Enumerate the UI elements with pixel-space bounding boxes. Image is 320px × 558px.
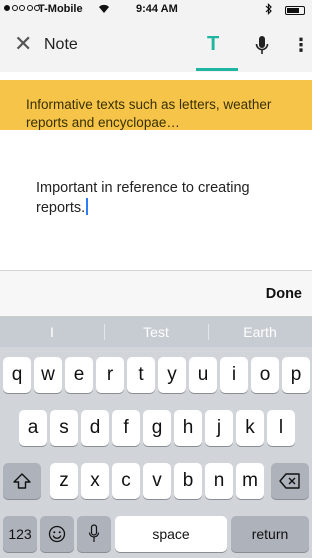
key-e[interactable]: e: [65, 357, 93, 393]
key-m[interactable]: m: [236, 463, 264, 499]
page-title: Note: [44, 36, 78, 53]
carrier-name: T-Mobile: [38, 3, 83, 15]
text-caret: [86, 198, 89, 215]
active-tab-indicator: [196, 68, 238, 71]
key-q[interactable]: q: [3, 357, 31, 393]
close-icon[interactable]: ✕: [14, 33, 32, 55]
shift-icon: [13, 473, 31, 489]
key-a[interactable]: a: [19, 410, 47, 446]
signal-strength-icon: [4, 5, 40, 11]
key-n[interactable]: n: [205, 463, 233, 499]
emoji-icon: [48, 525, 66, 543]
dictation-key[interactable]: [77, 516, 111, 552]
key-r[interactable]: r: [96, 357, 124, 393]
key-k[interactable]: k: [236, 410, 264, 446]
key-l[interactable]: l: [267, 410, 295, 446]
bluetooth-icon: [265, 3, 273, 18]
done-button[interactable]: Done: [266, 286, 302, 302]
key-p[interactable]: p: [282, 357, 310, 393]
key-d[interactable]: d: [81, 410, 109, 446]
keyboard: I Test Earth q w e r t y u i o p a s d f…: [0, 317, 312, 558]
key-t[interactable]: t: [127, 357, 155, 393]
note-toolbar: ✕ Note T ⋮: [0, 20, 312, 72]
suggestion-item[interactable]: Test: [104, 324, 208, 340]
key-c[interactable]: c: [112, 463, 140, 499]
emoji-key[interactable]: [40, 516, 74, 552]
keyboard-accessory-bar: Done: [0, 271, 312, 317]
microphone-icon: [88, 524, 100, 542]
key-j[interactable]: j: [205, 410, 233, 446]
prompt-text: Informative texts such as letters, weath…: [26, 97, 272, 130]
key-v[interactable]: v: [143, 463, 171, 499]
space-key[interactable]: space: [115, 516, 227, 552]
microphone-icon[interactable]: [254, 34, 270, 58]
key-o[interactable]: o: [251, 357, 279, 393]
note-text: Important in reference to creating repor…: [36, 180, 250, 216]
note-editor[interactable]: Important in reference to creating repor…: [36, 178, 298, 218]
backspace-icon: [279, 473, 300, 489]
more-options-icon[interactable]: ⋮: [292, 35, 310, 56]
key-z[interactable]: z: [50, 463, 78, 499]
status-bar: T-Mobile 9:44 AM: [0, 0, 312, 20]
wifi-icon: [98, 3, 110, 17]
key-g[interactable]: g: [143, 410, 171, 446]
key-i[interactable]: i: [220, 357, 248, 393]
key-x[interactable]: x: [81, 463, 109, 499]
shift-key[interactable]: [3, 463, 41, 499]
suggestion-item[interactable]: I: [0, 324, 104, 340]
key-w[interactable]: w: [34, 357, 62, 393]
key-h[interactable]: h: [174, 410, 202, 446]
status-time: 9:44 AM: [136, 3, 178, 15]
suggestion-bar: I Test Earth: [0, 317, 312, 347]
key-s[interactable]: s: [50, 410, 78, 446]
text-mode-tab[interactable]: T: [207, 33, 219, 56]
key-f[interactable]: f: [112, 410, 140, 446]
suggestion-item[interactable]: Earth: [208, 324, 312, 340]
battery-icon: [285, 6, 305, 15]
delete-key[interactable]: [271, 463, 309, 499]
key-u[interactable]: u: [189, 357, 217, 393]
numbers-key[interactable]: 123: [3, 516, 37, 552]
key-y[interactable]: y: [158, 357, 186, 393]
return-key[interactable]: return: [231, 516, 309, 552]
key-b[interactable]: b: [174, 463, 202, 499]
